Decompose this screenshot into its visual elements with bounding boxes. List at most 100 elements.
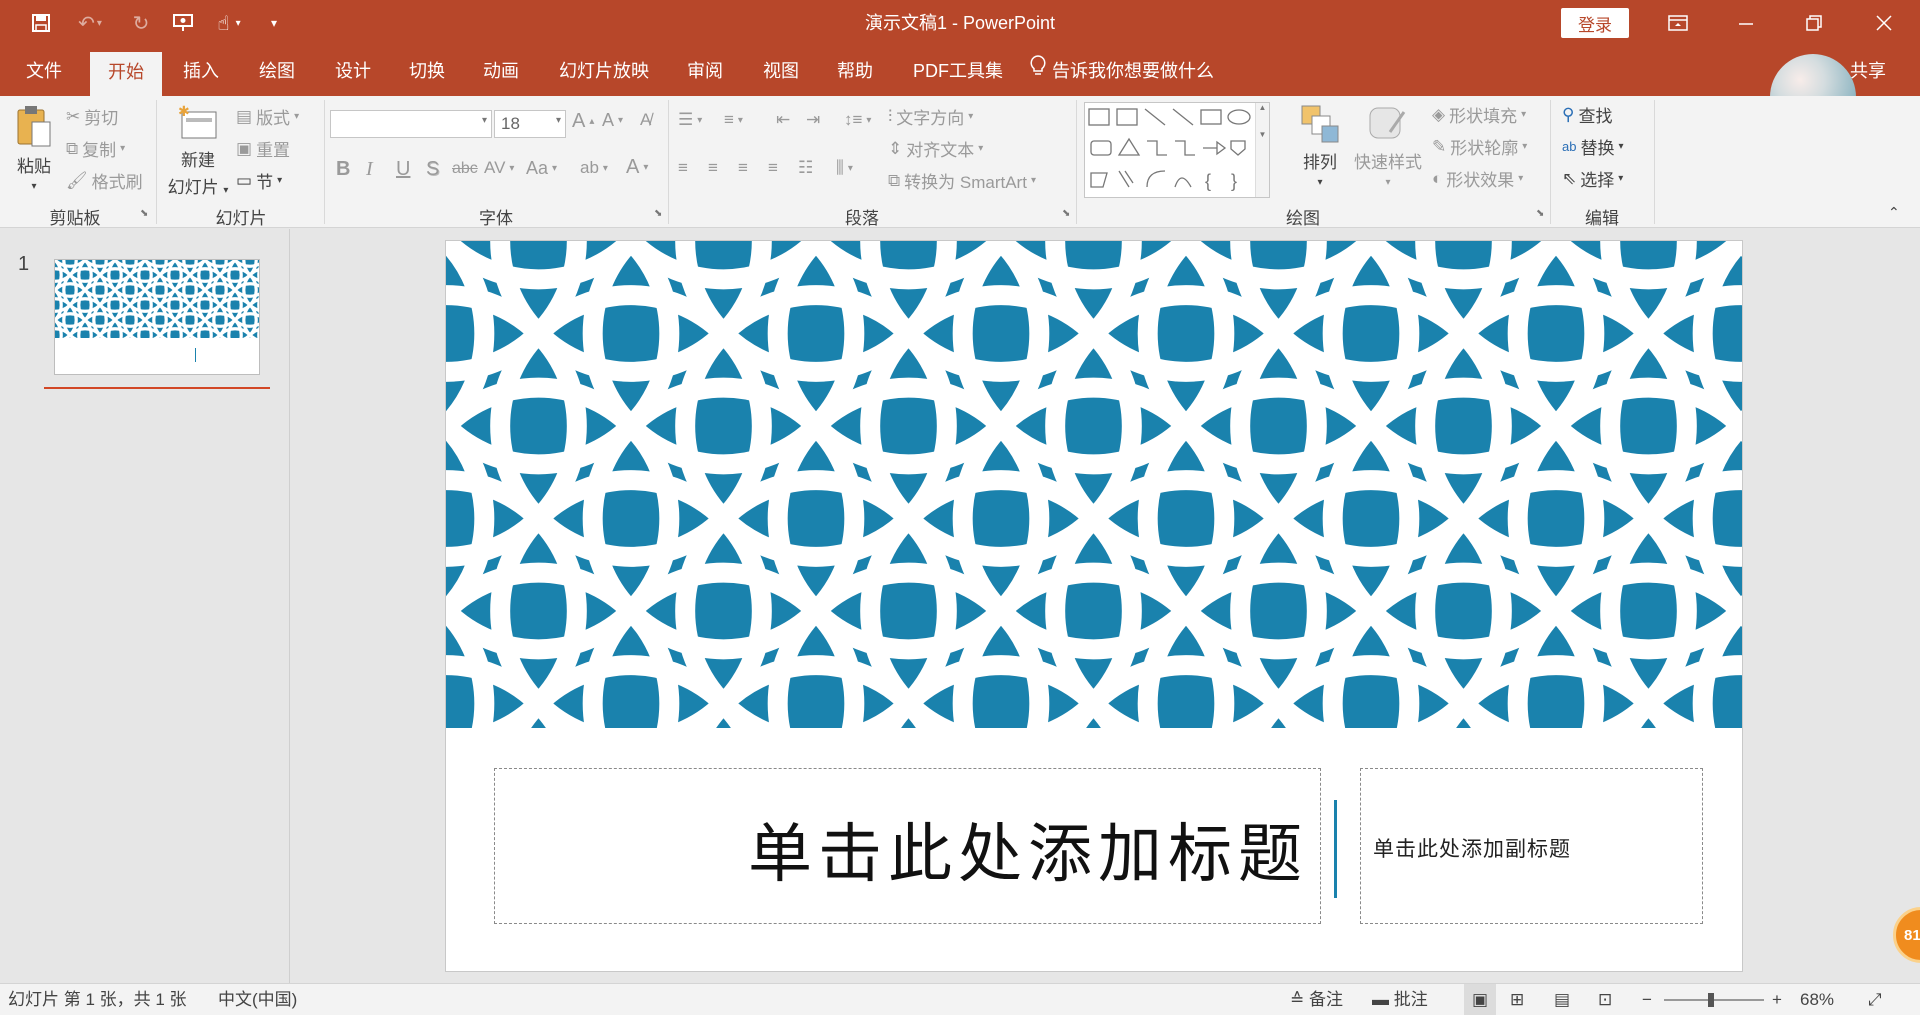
slide-number: 1 [18,253,30,275]
decrease-indent-icon[interactable]: ⇤ [776,110,790,130]
bullets-icon[interactable]: ☰ ▾ [678,110,702,130]
subtitle-placeholder[interactable]: 单击此处添加副标题 [1360,768,1703,924]
cut-button[interactable]: ✂ 剪切 [66,104,118,129]
save-icon[interactable] [26,8,56,38]
touch-mode-icon[interactable]: ☝ ▾ [206,8,252,38]
font-color-button[interactable]: A ▾ [626,156,648,179]
tab-animations[interactable]: 动画 [468,46,534,96]
notes-button[interactable]: ≙ 备注 [1290,984,1343,1015]
slide-sorter-icon[interactable]: ⊞ [1510,984,1524,1015]
highlight-icon[interactable]: ab ▾ [580,158,608,178]
font-name-input[interactable]: ▾ [330,110,492,138]
find-label: 查找 [1578,107,1613,126]
group-separator [156,100,157,224]
drawing-launcher-icon[interactable]: ⬊ [1536,208,1544,219]
language-status[interactable]: 中文(中国) [218,984,297,1015]
title-placeholder[interactable]: 单击此处添加标题 [494,768,1321,924]
paste-button[interactable]: 粘贴 ▾ [12,104,56,192]
grow-font-icon[interactable]: A ▴ [572,110,594,133]
slideshow-view-icon[interactable]: ⊡ [1598,984,1612,1015]
shape-effects-button[interactable]: ◐ 形状效果 ▾ [1432,166,1523,191]
fit-slide-icon[interactable]: ⤢ [1868,984,1882,1015]
shapes-gallery[interactable]: {} ▲ ▼ [1084,102,1270,198]
char-spacing-button[interactable]: AV ▾ [484,158,514,178]
restore-icon[interactable] [1786,0,1842,46]
align-text-button[interactable]: ⇕ 对齐文本 ▾ [888,136,983,161]
undo-icon[interactable]: ↶ ▾ [70,8,110,38]
effects-icon: ◐ [1432,168,1443,188]
text-direction-button[interactable]: ⫶ 文字方向 ▾ [888,104,973,129]
close-icon[interactable] [1856,0,1912,46]
clipboard-launcher-icon[interactable]: ⬊ [140,208,148,219]
paragraph-launcher-icon[interactable]: ⬊ [1062,208,1070,219]
minimize-icon[interactable] [1718,0,1774,46]
tab-slideshow[interactable]: 幻灯片放映 [548,46,660,96]
align-center-icon[interactable]: ≡ [708,158,718,178]
format-painter-button[interactable]: 🖌 格式刷 [66,168,143,193]
tab-help[interactable]: 帮助 [822,46,888,96]
tab-design[interactable]: 设计 [320,46,386,96]
new-slide-button[interactable]: ✱ 新建 幻灯片 ▾ [166,104,230,198]
underline-button[interactable]: U [396,158,410,181]
zoom-in-icon[interactable]: + [1772,984,1782,1015]
replace-button[interactable]: ab 替换 ▾ [1562,134,1624,159]
find-button[interactable]: ⚲ 查找 [1562,102,1612,127]
select-button[interactable]: ⇖ 选择 ▾ [1562,166,1623,191]
tab-insert[interactable]: 插入 [168,46,234,96]
tab-file[interactable]: 文件 [12,46,76,96]
zoom-out-icon[interactable]: − [1642,984,1652,1015]
slideshow-from-start-icon[interactable] [168,8,198,38]
copy-icon: ⧉ [66,138,79,158]
layout-button[interactable]: ▤ 版式 ▾ [236,104,299,129]
redo-icon[interactable]: ↻ [126,8,156,38]
login-button[interactable]: 登录 [1561,8,1629,38]
zoom-slider-thumb[interactable] [1708,993,1714,1007]
font-launcher-icon[interactable]: ⬊ [654,208,662,219]
align-right-icon[interactable]: ≡ [738,158,748,178]
shape-outline-button[interactable]: ✎ 形状轮廓 ▾ [1432,134,1527,159]
tab-home[interactable]: 开始 [90,52,162,96]
convert-smartart-button[interactable]: ⧉ 转换为 SmartArt ▾ [888,168,1036,193]
italic-button[interactable]: I [366,158,373,181]
normal-view-icon[interactable]: ▣ [1464,984,1496,1015]
shrink-font-icon[interactable]: A ▾ [602,110,623,131]
numbering-icon[interactable]: ≡ ▾ [724,110,743,130]
tab-draw[interactable]: 绘图 [244,46,310,96]
shapes-gallery-icons: {} [1088,108,1251,191]
comments-button[interactable]: ▬ 批注 [1372,984,1428,1015]
collapse-ribbon-icon[interactable]: ⌃ [1888,204,1900,221]
shape-fill-button[interactable]: ◈ 形状填充 ▾ [1432,102,1526,127]
clear-formatting-icon[interactable]: A̸ [640,110,651,130]
customize-qat-icon[interactable]: ▾ [264,8,284,38]
ribbon-display-options-icon[interactable] [1650,0,1706,46]
reset-icon: ▣ [236,138,253,158]
zoom-slider[interactable] [1664,993,1764,1007]
tab-pdf-tools[interactable]: PDF工具集 [900,46,1016,96]
justify-icon[interactable]: ≡ [768,158,778,178]
bold-button[interactable]: B [336,158,350,181]
floating-notification-badge[interactable]: 81 [1893,907,1920,963]
increase-indent-icon[interactable]: ⇥ [806,110,820,130]
tab-review[interactable]: 审阅 [672,46,738,96]
arrange-button[interactable]: 排列 ▾ [1298,104,1342,188]
distributed-icon[interactable]: ☷ [798,158,813,178]
reading-view-icon[interactable]: ▤ [1554,984,1570,1015]
zoom-level[interactable]: 68% [1800,984,1834,1015]
gallery-scroll[interactable]: ▲ ▼ [1255,103,1269,197]
tab-transitions[interactable]: 切换 [394,46,460,96]
slide-thumbnail[interactable] [54,259,260,375]
quick-styles-button[interactable]: 快速样式 ▾ [1350,104,1426,188]
section-button[interactable]: ▭ 节 ▾ [236,168,282,193]
copy-button[interactable]: ⧉ 复制 ▾ [66,136,125,161]
columns-icon[interactable]: ⫼ ▾ [836,158,853,178]
align-left-icon[interactable]: ≡ [678,158,688,178]
tab-view[interactable]: 视图 [748,46,814,96]
reset-button[interactable]: ▣ 重置 [236,136,290,161]
text-shadow-button[interactable]: S [426,158,439,181]
line-spacing-icon[interactable]: ↕≡ ▾ [844,110,871,130]
font-size-input[interactable]: 18 ▾ [494,110,566,138]
change-case-button[interactable]: Aa ▾ [526,158,557,179]
strikethrough-button[interactable]: abc [452,160,478,178]
tell-me-search[interactable]: 告诉我你想要做什么 [1030,46,1230,96]
slide-canvas[interactable]: 单击此处添加标题 单击此处添加副标题 [446,241,1742,971]
